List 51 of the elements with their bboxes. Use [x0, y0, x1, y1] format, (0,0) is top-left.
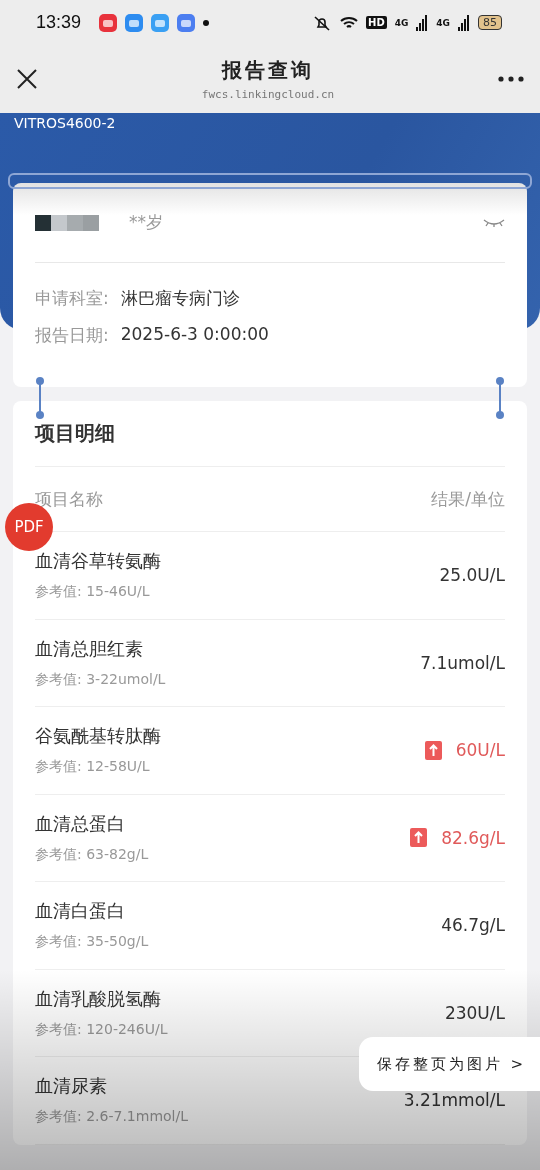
- battery-indicator: 85: [478, 15, 502, 30]
- test-name: 血清总蛋白: [35, 811, 126, 836]
- patient-age: **岁: [129, 211, 163, 234]
- close-icon[interactable]: [16, 68, 38, 90]
- result-value: 7.1umol/L: [420, 652, 505, 673]
- mute-icon: [312, 14, 332, 31]
- app-icon: [151, 13, 170, 32]
- reference-range: 参考值: 63-82g/L: [35, 845, 149, 864]
- instrument-name: VITROS4600-2: [14, 115, 117, 131]
- network-label: 4G: [436, 17, 450, 28]
- column-header: 结果/单位: [431, 487, 505, 511]
- redacted-name: [35, 214, 99, 231]
- save-image-button[interactable]: 保存整页为图片 >: [358, 1037, 540, 1091]
- result-value: 25.0U/L: [439, 565, 505, 586]
- app-icon: [99, 13, 118, 32]
- test-name: 血清谷草转氨酶: [35, 549, 161, 574]
- test-name: 血清乳酸脱氢酶: [35, 986, 162, 1011]
- dot-icon: [203, 19, 210, 26]
- signal-icon: [416, 14, 429, 31]
- reference-range: 参考值: 120-246U/L: [35, 1020, 168, 1039]
- result-value: 46.7g/L: [441, 915, 505, 936]
- selection-handle-icon: [35, 376, 45, 420]
- result-value: 3.21mmol/L: [403, 1090, 505, 1111]
- result-value: 60U/L: [455, 740, 505, 761]
- signal-icon: [458, 14, 470, 31]
- more-icon[interactable]: [498, 76, 524, 82]
- reference-range: 参考值: 2.6-7.1mmol/L: [35, 1108, 188, 1127]
- info-label: 报告日期:: [35, 324, 109, 347]
- page-url: fwcs.linkingcloud.cn: [201, 88, 335, 101]
- reference-range: 参考值: 15-46U/L: [35, 583, 151, 602]
- app-icon: [125, 13, 144, 32]
- network-label: 4G: [394, 17, 409, 28]
- info-label: 申请科室:: [35, 287, 109, 310]
- page-title: 报告查询: [222, 57, 314, 84]
- info-value: 2025-6-3 0:00:00: [120, 324, 269, 346]
- reference-range: 参考值: 3-22umol/L: [35, 670, 166, 689]
- hd-indicator: HD: [366, 16, 387, 29]
- test-name: 血清总胆红素: [35, 636, 144, 661]
- test-name: 血清尿素: [35, 1074, 108, 1099]
- result-value: 230U/L: [444, 1002, 505, 1023]
- test-name: 谷氨酰基转肽酶: [35, 724, 161, 749]
- wifi-icon: [340, 15, 358, 30]
- result-value: 82.6g/L: [441, 827, 505, 848]
- app-icon: [177, 13, 196, 32]
- selection-handle-icon: [495, 376, 505, 420]
- test-name: 血清白蛋白: [35, 899, 126, 924]
- eye-closed-icon[interactable]: [483, 217, 505, 228]
- reference-range: 参考值: 35-50g/L: [35, 933, 149, 952]
- info-value: 淋巴瘤专病门诊: [120, 287, 240, 310]
- reference-range: 参考值: 12-58U/L: [35, 758, 151, 777]
- clock: 13:39: [36, 12, 82, 33]
